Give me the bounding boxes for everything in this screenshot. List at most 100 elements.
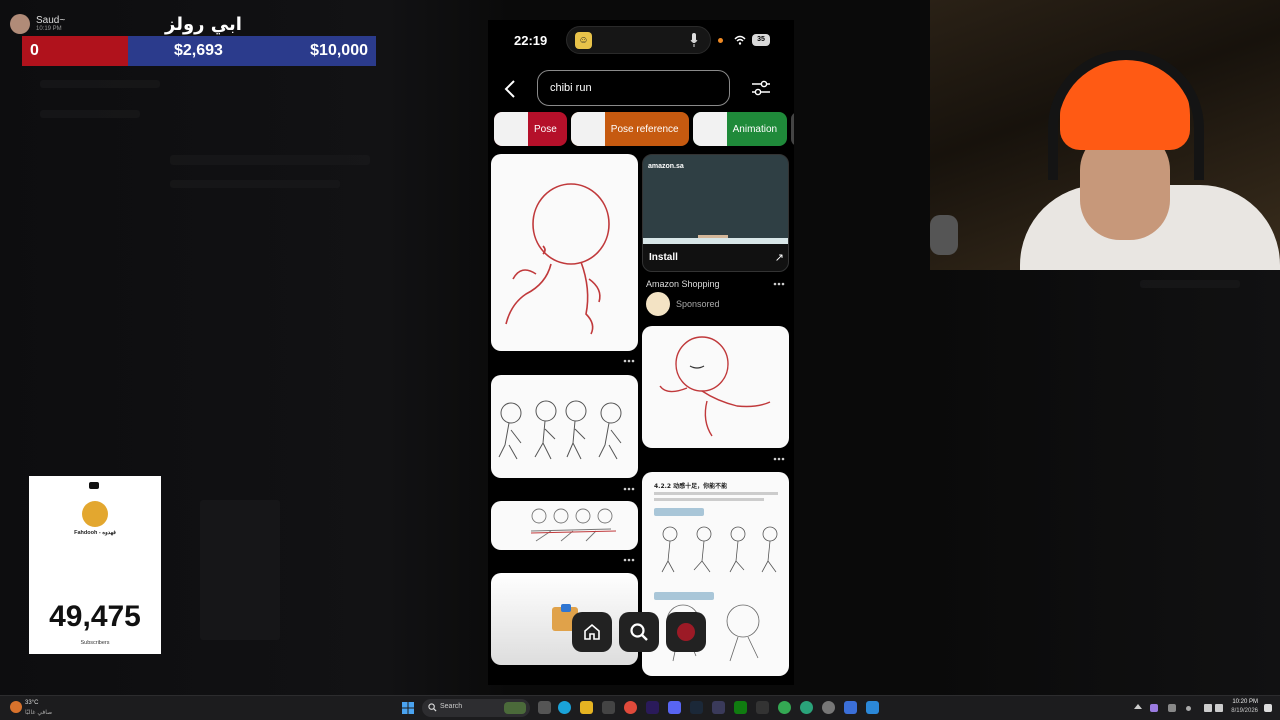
task-view-icon[interactable] <box>538 701 551 714</box>
windows-start-icon[interactable] <box>402 702 414 714</box>
goal-target: $10,000 <box>310 42 368 59</box>
pin-run-cycle-sketch[interactable] <box>491 375 638 478</box>
stream-scene: Saud~ 10:19 PM ابي رولز 0 $2,693 $10,000… <box>0 0 1280 720</box>
chip-pose[interactable]: Pose <box>494 112 567 146</box>
search-icon <box>630 623 648 641</box>
external-link-icon: ↗ <box>774 252 784 264</box>
search-icon <box>428 703 437 712</box>
chip-thumbnail <box>494 112 528 146</box>
sketch-image <box>530 508 617 542</box>
weather-temp: 33°C <box>25 700 39 706</box>
tray-app-icon[interactable] <box>1168 704 1176 712</box>
network-icon[interactable] <box>1204 704 1212 712</box>
subscriber-count: 49,475 <box>49 600 141 633</box>
edge-icon[interactable] <box>558 701 571 714</box>
pin-run-sequence-sketch[interactable] <box>491 501 638 550</box>
ad-image: amazon.sa <box>643 155 788 243</box>
donor-name: Saud~ <box>36 15 66 26</box>
microphone-icon <box>930 215 958 255</box>
install-label: Install <box>649 252 678 263</box>
profile-button[interactable] <box>666 612 706 652</box>
file-explorer-icon[interactable] <box>580 701 593 714</box>
goal-start: 0 <box>30 42 39 59</box>
phone-screen: 22:19 ☺ 35 Pose Pose reference <box>488 20 794 685</box>
back-button[interactable] <box>502 78 518 100</box>
pin-chibi-running-sketch[interactable] <box>491 154 638 351</box>
chip-more[interactable] <box>791 112 794 146</box>
discord-icon[interactable] <box>668 701 681 714</box>
chip-label: Pose <box>534 123 557 135</box>
subscriber-counter: Fahdooh - فهدوه 49,475 Subscribers <box>29 476 161 654</box>
xbox-icon[interactable] <box>734 701 747 714</box>
notifications-icon[interactable] <box>1264 704 1272 712</box>
book-text-line <box>654 498 764 501</box>
app-icon[interactable] <box>866 701 879 714</box>
wifi-icon <box>734 35 746 45</box>
clock-time[interactable]: 10:20 PM <box>1228 699 1258 705</box>
weather-icon[interactable] <box>10 701 22 713</box>
channel-name: Fahdooh - فهدوه <box>74 530 116 536</box>
bg-text <box>40 110 140 118</box>
youtube-icon <box>89 482 99 489</box>
tray-app-icon[interactable] <box>1150 704 1158 712</box>
headset-icon <box>1048 50 1204 180</box>
bg-text <box>170 155 370 165</box>
ad-logo: amazon.sa <box>648 163 684 170</box>
home-button[interactable] <box>572 612 612 652</box>
search-input[interactable] <box>537 70 730 106</box>
settings-icon[interactable] <box>822 701 835 714</box>
taskbar-search[interactable]: Search <box>422 699 530 717</box>
steam-icon[interactable] <box>690 701 703 714</box>
more-options-icon[interactable] <box>622 486 636 492</box>
battery-icon: 35 <box>752 34 770 46</box>
app-icon[interactable] <box>712 701 725 714</box>
chrome-profile-icon[interactable] <box>778 701 791 714</box>
filter-icon[interactable] <box>750 78 772 98</box>
tray-chevron-up-icon[interactable] <box>1134 704 1142 709</box>
app-icon[interactable] <box>800 701 813 714</box>
home-icon <box>584 623 600 640</box>
bg-text <box>40 80 160 88</box>
webcam-feed <box>930 0 1280 270</box>
app-icon[interactable] <box>602 701 615 714</box>
premiere-icon[interactable] <box>646 701 659 714</box>
donor: Saud~ 10:19 PM <box>10 14 65 34</box>
app-activity-icon: ☺ <box>575 32 592 49</box>
pin-chibi-jump-sketch[interactable] <box>642 326 789 448</box>
ad-brand: Amazon Shopping <box>646 279 720 289</box>
profile-icon <box>677 623 695 641</box>
channel-avatar <box>82 501 108 527</box>
ad-card[interactable]: amazon.sa Install ↗ <box>642 154 789 272</box>
language-icon[interactable] <box>1186 706 1191 711</box>
chip-pose-reference[interactable]: Pose reference <box>570 112 689 146</box>
search-button[interactable] <box>619 612 659 652</box>
dynamic-island: ☺ <box>566 26 711 54</box>
taskbar-search-placeholder: Search <box>440 703 463 710</box>
bottom-nav <box>572 612 712 652</box>
suggestion-chips: Pose Pose reference Animation <box>494 112 794 148</box>
app-icon[interactable] <box>756 701 769 714</box>
more-options-icon[interactable] <box>772 456 786 462</box>
chip-label: Animation <box>732 123 778 135</box>
chip-thumbnail <box>692 112 727 146</box>
sketch-image <box>505 183 610 335</box>
ad-install-button[interactable]: Install ↗ <box>643 244 788 271</box>
bg-text <box>170 180 340 188</box>
more-options-icon[interactable] <box>622 557 636 563</box>
microphone-icon <box>690 33 698 47</box>
advertiser-avatar[interactable] <box>646 292 670 316</box>
sponsored-label: Sponsored <box>676 299 720 309</box>
clock-date[interactable]: 8/19/2026 <box>1222 708 1258 714</box>
app-icon[interactable] <box>844 701 857 714</box>
goal-progress-bar: 0 $2,693 $10,000 <box>22 36 376 66</box>
windows-taskbar: 33°C صافي غالبًا Search 10:20 PM 8/19/20 <box>0 695 1280 720</box>
sketch-image <box>498 400 622 460</box>
avatar <box>10 14 30 34</box>
chip-animation[interactable]: Animation <box>692 112 788 146</box>
privacy-indicator <box>718 38 723 43</box>
more-options-icon[interactable] <box>622 358 636 364</box>
chrome-icon[interactable] <box>624 701 637 714</box>
subscriber-label: Subscribers <box>80 640 110 646</box>
more-options-icon[interactable] <box>772 281 786 287</box>
donor-time: 10:19 PM <box>36 26 62 32</box>
